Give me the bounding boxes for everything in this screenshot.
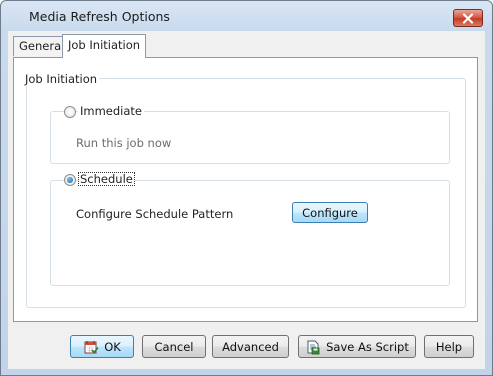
schedule-radio[interactable] (64, 174, 76, 186)
script-save-icon (307, 340, 320, 354)
cancel-button[interactable]: Cancel (142, 335, 206, 358)
dialog-client-area: General Job Initiation Job Initiation Im… (8, 31, 485, 369)
window-title: Media Refresh Options (29, 9, 170, 24)
ok-button-label: OK (104, 339, 121, 354)
schedule-pattern-label: Configure Schedule Pattern (76, 207, 234, 221)
tab-job-initiation[interactable]: Job Initiation (62, 34, 147, 58)
ok-button[interactable]: OK (70, 335, 134, 358)
configure-button[interactable]: Configure (292, 202, 368, 223)
help-button-label: Help (435, 339, 463, 354)
job-initiation-panel: Job Initiation Immediate Run this job no… (13, 57, 478, 322)
configure-button-label: Configure (302, 205, 358, 220)
tab-job-initiation-label: Job Initiation (68, 38, 141, 52)
tab-general-label: General (19, 39, 65, 53)
save-as-script-button[interactable]: Save As Script (298, 335, 416, 358)
dialog-window: Media Refresh Options General Job Initia… (0, 0, 493, 376)
schedule-label[interactable]: Schedule (78, 172, 135, 186)
save-as-script-button-label: Save As Script (326, 339, 409, 354)
advanced-button-label: Advanced (222, 339, 279, 354)
calendar-check-icon (84, 340, 99, 354)
cancel-button-label: Cancel (154, 339, 194, 354)
help-button[interactable]: Help (424, 335, 474, 358)
immediate-radio[interactable] (64, 106, 76, 118)
close-button[interactable] (453, 9, 483, 27)
title-bar[interactable]: Media Refresh Options (1, 1, 492, 31)
job-initiation-group-label: Job Initiation (23, 72, 100, 86)
immediate-label[interactable]: Immediate (78, 104, 144, 118)
advanced-button[interactable]: Advanced (212, 335, 289, 358)
schedule-group (50, 180, 450, 286)
immediate-description: Run this job now (76, 136, 172, 150)
close-icon (462, 13, 474, 24)
